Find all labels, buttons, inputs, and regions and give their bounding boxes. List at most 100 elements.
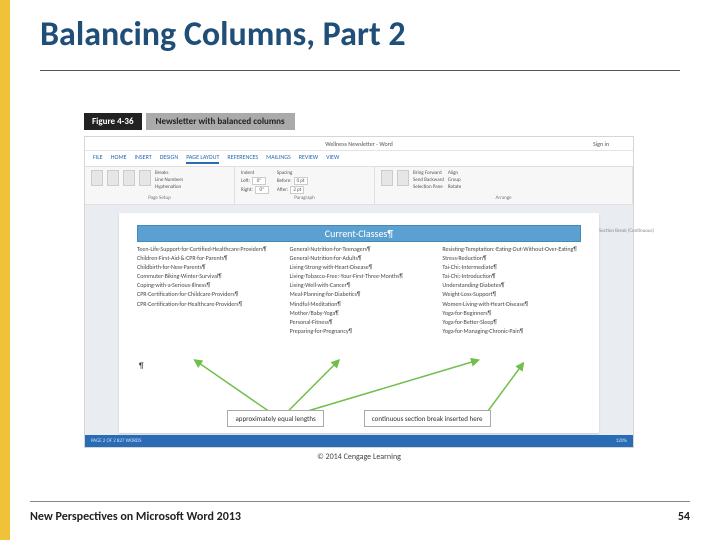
before-label: Before: [277, 178, 292, 184]
list-item: Living·Tobacco-Free:·Your·First·Three·Mo… [290, 272, 429, 280]
callout-equal-lengths: approximately equal lengths [227, 410, 323, 427]
rotate-item[interactable]: Rotate [448, 184, 461, 190]
window-titlebar: Wellness Newsletter - Word Sign in [85, 137, 633, 151]
list-item: Commuter·Biking·Winter·Survival¶ [137, 272, 276, 280]
send-backward-item[interactable]: Send Backward [413, 177, 444, 183]
tab-file[interactable]: FILE [93, 153, 103, 164]
group-paragraph: Indent Left:0" Right:0" Spacing Before:0… [235, 167, 375, 204]
doc-heading-text: Current·Classes¶ [325, 227, 393, 240]
after-label: After: [277, 187, 289, 193]
indent-right-value[interactable]: 0" [255, 186, 269, 194]
tab-references[interactable]: REFERENCES [227, 153, 258, 164]
indent-left-label: Left: [241, 178, 250, 184]
title-rule [40, 70, 680, 71]
word-window: Wellness Newsletter - Word Sign in FILE … [84, 136, 634, 448]
list-item: Childbirth·for·New·Parents¶ [137, 263, 276, 271]
breaks-item[interactable]: Breaks [155, 170, 183, 176]
tab-design[interactable]: DESIGN [160, 153, 179, 164]
slide-title: Balancing Columns, Part 2 [40, 14, 406, 55]
group-label-page-setup: Page Setup [91, 195, 228, 201]
figure-credit: © 2014 Cengage Learning [84, 452, 634, 462]
list-item: CPR·Certification·for·Childcare·Provider… [137, 290, 276, 298]
list-item: Women·Living·with·Heart·Disease¶ [442, 300, 581, 308]
line-numbers-item[interactable]: Line Numbers [155, 177, 183, 183]
list-item: Preparing·for·Pregnancy¶ [290, 327, 429, 335]
status-bar: PAGE 2 OF 2 827 WORDS 120% [85, 435, 633, 447]
tab-review[interactable]: REVIEW [299, 153, 318, 164]
list-item: Mother/Baby·Yoga¶ [290, 309, 429, 317]
hyphenation-item[interactable]: Hyphenation [155, 184, 183, 190]
group-label-paragraph: Paragraph [241, 195, 368, 201]
column-3: Resisting·Temptation:·Eating·Out·Without… [442, 245, 581, 336]
zoom-level[interactable]: 120% [616, 438, 627, 444]
list-item: General·Nutrition·for·Teenagers¶ [290, 245, 429, 253]
figure-caption-bar: Figure 4-36 Newsletter with balanced col… [84, 112, 634, 130]
list-item: Personal·Fitness¶ [290, 318, 429, 326]
list-item: Yoga·for·Better·Sleep¶ [442, 318, 581, 326]
after-value[interactable]: 2 pt [290, 186, 304, 194]
wrap-text-button[interactable] [397, 170, 409, 186]
before-value[interactable]: 0 pt [294, 177, 308, 185]
indent-label: Indent [241, 170, 269, 176]
page: Current·Classes¶ Section Break (Continuo… [119, 213, 599, 433]
indent-left-value[interactable]: 0" [252, 177, 266, 185]
selection-pane-item[interactable]: Selection Pane [413, 184, 444, 190]
columns-button[interactable] [139, 170, 151, 186]
footer-rule [30, 501, 690, 502]
ribbon-body: Breaks Line Numbers Hyphenation Page Set… [85, 167, 633, 205]
orientation-button[interactable] [107, 170, 119, 186]
list-item: Coping·with·a·Serious·Illness¶ [137, 281, 276, 289]
window-title: Wellness Newsletter - Word [85, 137, 633, 151]
group-label-arrange: Arrange [381, 195, 626, 201]
section-break-top-label: Section Break (Continuous) [599, 228, 654, 234]
doc-heading: Current·Classes¶ Section Break (Continuo… [137, 225, 581, 242]
group-item[interactable]: Group [448, 177, 461, 183]
list-item: Understanding·Diabetes¶ [442, 281, 581, 289]
callouts: approximately equal lengths continuous s… [85, 410, 633, 427]
tab-view[interactable]: VIEW [326, 153, 339, 164]
tab-mailings[interactable]: MAILINGS [266, 153, 291, 164]
ribbon-tabs: FILE HOME INSERT DESIGN PAGE LAYOUT REFE… [85, 151, 633, 167]
indent-right-label: Right: [241, 187, 253, 193]
callout-section-break: continuous section break inserted here [364, 410, 491, 427]
align-item[interactable]: Align [448, 170, 461, 176]
list-item: Tai-Chi:·Introduction¶ [442, 272, 581, 280]
sign-in-link[interactable]: Sign in [593, 137, 609, 151]
list-item: Yoga·for·Beginners¶ [442, 309, 581, 317]
group-arrange: Bring Forward Send Backward Selection Pa… [375, 167, 633, 204]
list-item: Living·Well·with·Cancer¶ [290, 281, 429, 289]
list-item: Resisting·Temptation:·Eating·Out·Without… [442, 245, 581, 253]
list-item: Weight·Loss·Support¶ [442, 290, 581, 298]
list-item: Children·First-Aid·&·CPR·for·Parents¶ [137, 254, 276, 262]
list-item: Mindful·Meditation¶ [290, 300, 429, 308]
slide: Balancing Columns, Part 2 Figure 4-36 Ne… [0, 0, 720, 540]
tab-page-layout[interactable]: PAGE LAYOUT [186, 153, 219, 164]
column-2: General·Nutrition·for·Teenagers¶ General… [290, 245, 429, 336]
page-number: 54 [678, 510, 690, 524]
list-item: CPR·Certification·for·Healthcare·Provide… [137, 300, 276, 308]
margins-button[interactable] [91, 170, 103, 186]
figure: Figure 4-36 Newsletter with balanced col… [84, 112, 634, 462]
document-area: Current·Classes¶ Section Break (Continuo… [85, 205, 633, 435]
list-item: Stress·Reduction¶ [442, 254, 581, 262]
bring-forward-item[interactable]: Bring Forward [413, 170, 444, 176]
accent-bar [0, 0, 10, 540]
column-1: Teen-Life·Support·for·Certified·Healthca… [137, 245, 276, 336]
insertion-point: ¶ [139, 361, 144, 371]
list-item: General·Nutrition·for·Adults¶ [290, 254, 429, 262]
position-button[interactable] [381, 170, 393, 186]
list-item: Living·Strong·with·Heart·Disease¶ [290, 263, 429, 271]
list-item: Yoga·for·Managing·Chronic·Pain¶ [442, 327, 581, 335]
size-button[interactable] [123, 170, 135, 186]
spacing-label: Spacing [277, 170, 308, 176]
columns: Teen-Life·Support·for·Certified·Healthca… [137, 245, 581, 336]
list-item: Teen-Life·Support·for·Certified·Healthca… [137, 245, 276, 253]
figure-caption: Newsletter with balanced columns [146, 113, 295, 130]
figure-number: Figure 4-36 [84, 113, 142, 130]
footer-text: New Perspectives on Microsoft Word 2013 [30, 510, 241, 524]
tab-home[interactable]: HOME [111, 153, 127, 164]
list-item: Meal·Planning·for·Diabetics¶ [290, 290, 429, 298]
group-page-setup: Breaks Line Numbers Hyphenation Page Set… [85, 167, 235, 204]
list-item: Tai-Chi:·Intermediate¶ [442, 263, 581, 271]
tab-insert[interactable]: INSERT [135, 153, 152, 164]
